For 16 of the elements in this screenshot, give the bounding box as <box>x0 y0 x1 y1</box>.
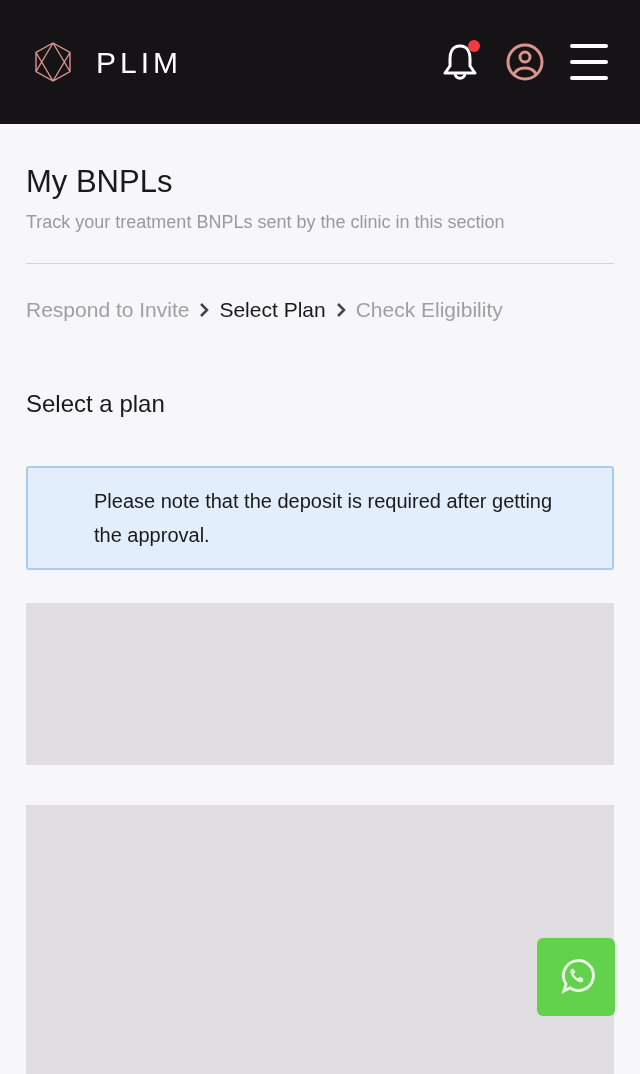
bell-icon <box>442 42 478 82</box>
brand-name: PLIM <box>96 44 183 81</box>
notice-text: Please note that the deposit is required after getting the approval. <box>94 488 554 548</box>
page-title: My BNPLs <box>26 163 174 201</box>
menu-icon <box>570 44 608 80</box>
chevron-right-icon <box>199 301 210 318</box>
page-subtitle: Track your treatment BNPLs sent by the clinic in this section <box>26 211 506 234</box>
section-title: Select a plan <box>26 388 166 419</box>
step-link[interactable]: Check Eligibility <box>355 294 503 326</box>
profile-button[interactable] <box>506 43 544 81</box>
chevron-right-icon <box>335 301 346 318</box>
step-link[interactable]: Respond to Invite <box>26 294 190 326</box>
hexagon-logo-icon <box>32 41 74 83</box>
user-icon <box>506 43 544 81</box>
menu-button[interactable] <box>570 43 608 81</box>
step-link[interactable]: Select Plan <box>219 294 326 326</box>
